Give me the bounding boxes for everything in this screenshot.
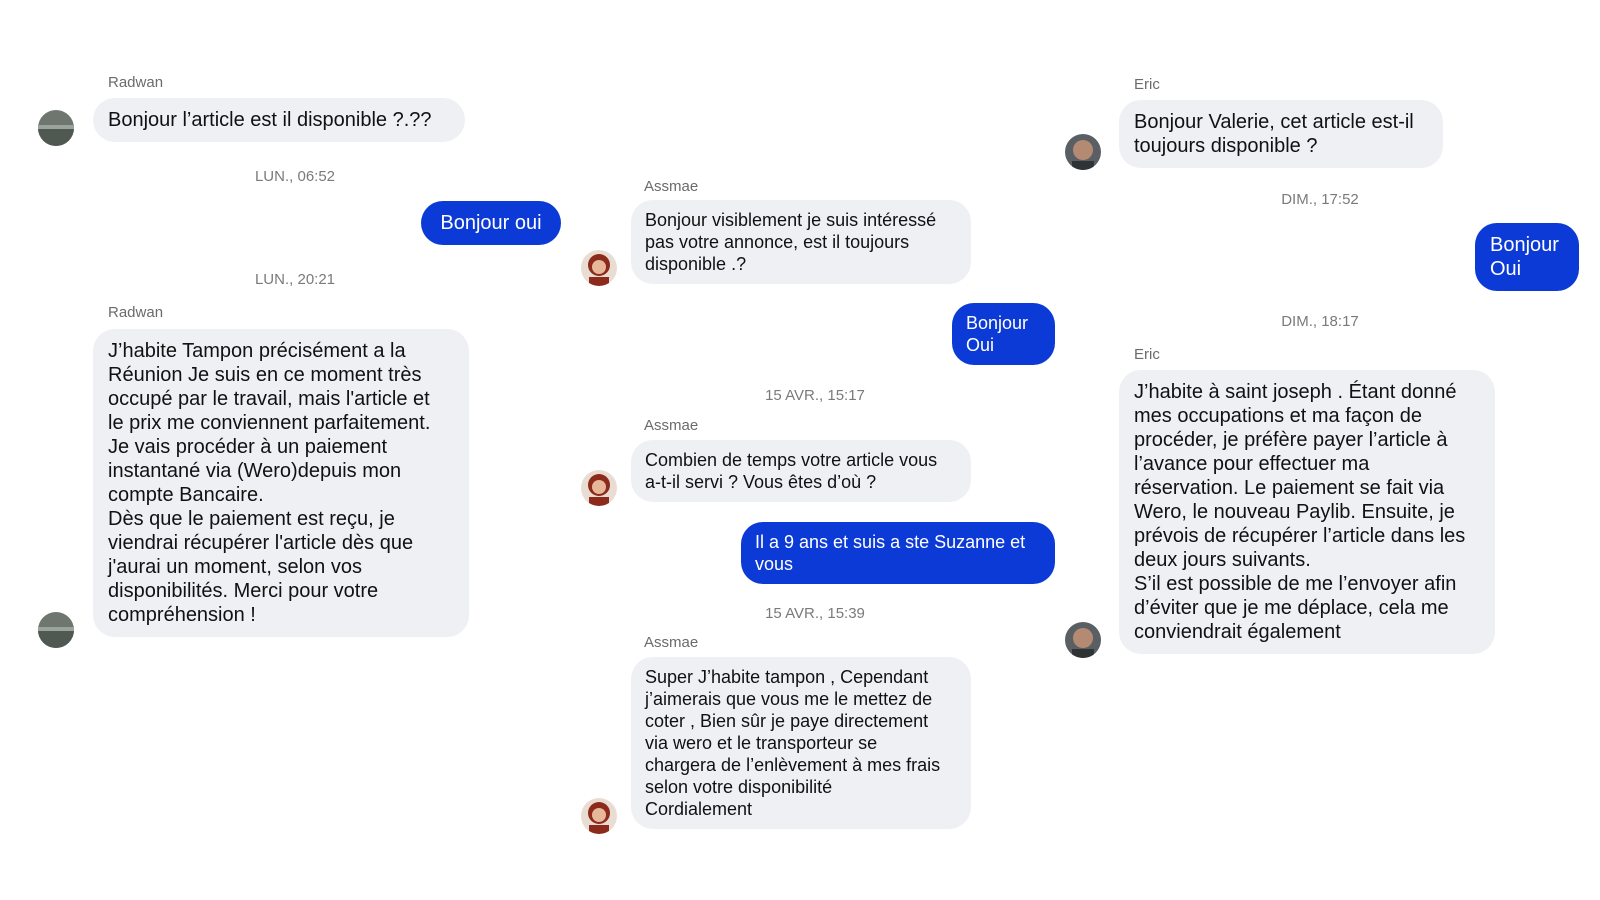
avatar-photo-icon xyxy=(1065,134,1101,170)
avatar-photo-icon xyxy=(581,470,617,506)
avatar[interactable] xyxy=(38,110,74,146)
avatar-photo-icon xyxy=(581,798,617,834)
avatar-photo-icon xyxy=(581,250,617,286)
sender-name: Eric xyxy=(1134,346,1160,363)
incoming-message-bubble[interactable]: Bonjour Valerie, cet article est-il touj… xyxy=(1119,100,1443,168)
outgoing-message-bubble[interactable]: Bonjour Oui xyxy=(952,303,1055,365)
incoming-message-bubble[interactable]: Bonjour l’article est il disponible ?.?? xyxy=(93,98,465,142)
sender-name: Assmae xyxy=(644,634,699,651)
timestamp: LUN., 20:21 xyxy=(254,271,336,288)
incoming-message-bubble[interactable]: Bonjour visiblement je suis intéressé pa… xyxy=(631,200,971,284)
avatar[interactable] xyxy=(1065,134,1101,170)
incoming-message-bubble[interactable]: J’habite Tampon précisément a la Réunion… xyxy=(93,329,469,637)
avatar[interactable] xyxy=(581,798,617,834)
timestamp: 15 AVR., 15:39 xyxy=(765,605,865,622)
outgoing-message-bubble[interactable]: Il a 9 ans et suis a ste Suzanne et vous xyxy=(741,522,1055,584)
incoming-message-bubble[interactable]: Combien de temps votre article vous a-t-… xyxy=(631,440,971,502)
avatar[interactable] xyxy=(1065,622,1101,658)
sender-name: Eric xyxy=(1134,76,1160,93)
timestamp: 15 AVR., 15:17 xyxy=(765,387,865,404)
incoming-message-bubble[interactable]: Super J’habite tampon , Cependant j’aime… xyxy=(631,657,971,829)
avatar[interactable] xyxy=(581,470,617,506)
avatar-photo-icon xyxy=(1065,622,1101,658)
timestamp: DIM., 17:52 xyxy=(1281,191,1359,208)
avatar[interactable] xyxy=(38,612,74,648)
sender-name: Assmae xyxy=(644,417,699,434)
outgoing-message-bubble[interactable]: Bonjour oui xyxy=(421,201,561,245)
avatar-photo-icon xyxy=(38,110,74,146)
timestamp: DIM., 18:17 xyxy=(1281,313,1359,330)
avatar-photo-icon xyxy=(38,612,74,648)
incoming-message-bubble[interactable]: J’habite à saint joseph . Étant donné me… xyxy=(1119,370,1495,654)
timestamp: LUN., 06:52 xyxy=(254,168,336,185)
outgoing-message-bubble[interactable]: Bonjour Oui xyxy=(1475,223,1579,291)
sender-name: Radwan xyxy=(108,74,164,91)
avatar[interactable] xyxy=(581,250,617,286)
sender-name: Assmae xyxy=(644,178,699,195)
sender-name: Radwan xyxy=(108,304,164,321)
